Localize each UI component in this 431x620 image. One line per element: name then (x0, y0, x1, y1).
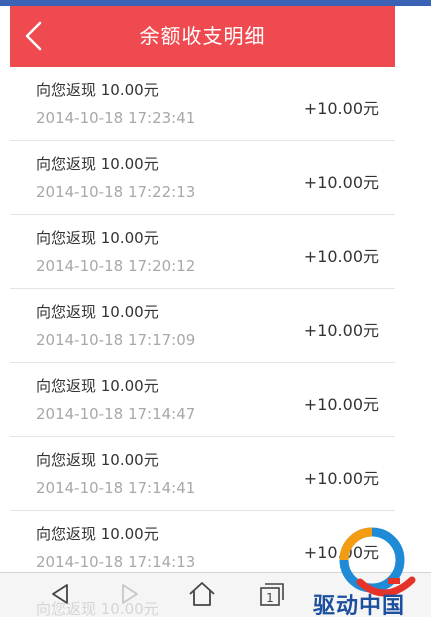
transaction-time: 2014-10-18 17:17:09 (36, 331, 196, 349)
transaction-description: 向您返现 10.00元 (36, 81, 159, 99)
transaction-time: 2014-10-18 17:14:47 (36, 405, 196, 423)
list-item[interactable]: 向您返现 10.00元 2014-10-18 17:17:09 +10.00元 (10, 289, 395, 363)
transaction-amount: +10.00元 (303, 99, 379, 118)
nav-tabs-icon: 1 (260, 583, 284, 606)
transaction-description: 向您返现 10.00元 (36, 303, 159, 321)
transaction-description: 向您返现 10.00元 (36, 377, 159, 395)
transaction-amount: +10.00元 (303, 247, 379, 266)
list-item[interactable]: 向您返现 10.00元 2014-10-18 17:20:12 +10.00元 (10, 215, 395, 289)
transaction-description: 向您返现 10.00元 (36, 525, 159, 543)
transaction-time: 2014-10-18 17:14:41 (36, 479, 196, 497)
transaction-description: 向您返现 10.00元 (36, 229, 159, 247)
transaction-time: 2014-10-18 17:20:12 (36, 257, 196, 275)
list-item[interactable]: 向您返现 10.00元 2014-10-18 17:14:47 +10.00元 (10, 363, 395, 437)
list-item[interactable]: 向您返现 10.00元 2014-10-18 17:22:13 +10.00元 (10, 141, 395, 215)
nav-home-button[interactable] (184, 579, 220, 609)
transaction-amount: +10.00元 (303, 173, 379, 192)
transaction-list: 向您返现 10.00元 2014-10-18 17:23:41 +10.00元 … (10, 67, 395, 572)
transaction-description: 向您返现 10.00元 (36, 451, 159, 469)
page-title: 余额收支明细 (139, 24, 266, 48)
tabs-count: 1 (266, 591, 274, 605)
list-item[interactable]: 向您返现 10.00元 2014-10-18 17:23:41 +10.00元 (10, 67, 395, 141)
nav-tabs-button[interactable]: 1 (254, 579, 290, 609)
nav-home-icon (189, 582, 215, 606)
watermark-text: 驱动中国 (313, 594, 406, 619)
transaction-description: 向您返现 10.00元 (36, 155, 159, 173)
transaction-time: 2014-10-18 17:23:41 (36, 109, 196, 127)
transaction-amount: +10.00元 (303, 395, 379, 414)
transaction-amount: +10.00元 (303, 321, 379, 340)
list-item[interactable]: 向您返现 10.00元 2014-10-18 17:14:41 +10.00元 (10, 437, 395, 511)
transaction-time: 2014-10-18 17:22:13 (36, 183, 196, 201)
transaction-time: 2014-10-18 17:14:13 (36, 553, 196, 571)
header-bar: 余额收支明细 (10, 6, 395, 67)
transaction-amount: +10.00元 (303, 469, 379, 488)
